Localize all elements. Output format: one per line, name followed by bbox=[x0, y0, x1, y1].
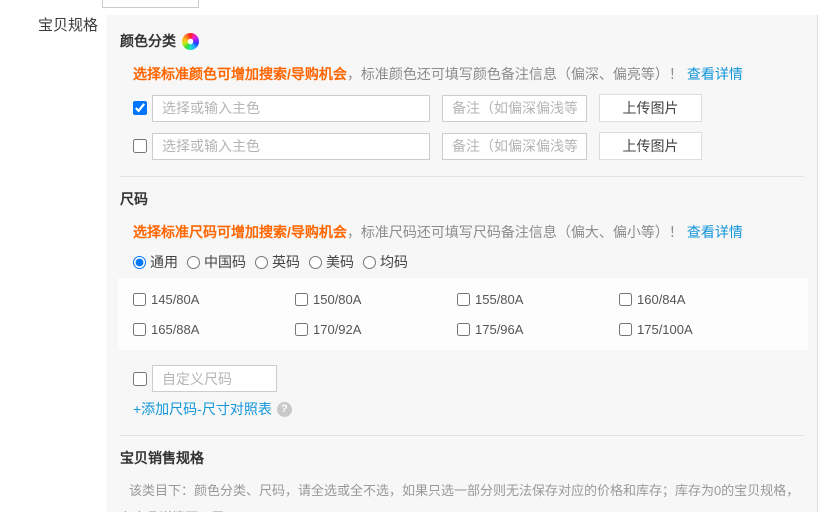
size-option[interactable]: 170/92A bbox=[295, 322, 457, 337]
color-tip-text: ，标准颜色还可填写颜色备注信息（偏深、偏亮等）！ bbox=[347, 66, 683, 82]
size-option[interactable]: 160/84A bbox=[619, 292, 781, 307]
size-section-title: 尺码 bbox=[120, 189, 804, 209]
size-section-title-text: 尺码 bbox=[120, 189, 148, 209]
size-checkbox[interactable] bbox=[457, 293, 470, 306]
size-standard-radio-uk[interactable]: 英码 bbox=[255, 252, 300, 272]
size-standard-radio-group: 通用 中国码 英码 美码 均码 bbox=[133, 252, 804, 272]
help-icon[interactable]: ? bbox=[277, 402, 292, 417]
color-row-checkbox[interactable] bbox=[133, 101, 147, 115]
size-tip-text: ，标准尺码还可填写尺码备注信息（偏大、偏小等）！ bbox=[347, 224, 683, 240]
color-section-title: 颜色分类 bbox=[120, 31, 804, 51]
sales-section-description: 该类目下：颜色分类、尺码，请全选或全不选，如果只选一部分则无法保存对应的价格和库… bbox=[120, 477, 812, 512]
radio-input[interactable] bbox=[309, 256, 322, 269]
color-row: 上传图片 bbox=[133, 94, 804, 122]
main-color-input[interactable] bbox=[152, 133, 430, 160]
custom-size-input[interactable] bbox=[152, 365, 277, 392]
size-checkbox[interactable] bbox=[133, 293, 146, 306]
section-divider bbox=[120, 435, 804, 436]
size-standard-radio-cn[interactable]: 中国码 bbox=[187, 252, 246, 272]
radio-input[interactable] bbox=[255, 256, 268, 269]
color-row: 上传图片 bbox=[133, 132, 804, 160]
color-tip: 选择标准颜色可增加搜索/导购机会，标准颜色还可填写颜色备注信息（偏深、偏亮等）！… bbox=[133, 64, 804, 84]
add-size-chart-link[interactable]: +添加尺码-尺寸对照表 bbox=[133, 399, 272, 419]
size-checkbox[interactable] bbox=[619, 323, 632, 336]
add-size-chart-row: +添加尺码-尺寸对照表 ? bbox=[133, 399, 804, 419]
product-spec-form: 宝贝规格 颜色分类 选择标准颜色可增加搜索/导购机会，标准颜色还可填写颜色备注信… bbox=[0, 0, 838, 512]
size-checkbox[interactable] bbox=[133, 323, 146, 336]
spec-panel: 颜色分类 选择标准颜色可增加搜索/导购机会，标准颜色还可填写颜色备注信息（偏深、… bbox=[107, 15, 818, 512]
truncated-input[interactable] bbox=[102, 0, 199, 8]
size-standard-radio-us[interactable]: 美码 bbox=[309, 252, 354, 272]
upload-image-button[interactable]: 上传图片 bbox=[599, 132, 702, 160]
color-tip-highlight: 选择标准颜色可增加搜索/导购机会 bbox=[133, 66, 347, 82]
color-remark-input[interactable] bbox=[442, 95, 587, 122]
size-standard-radio-onesize[interactable]: 均码 bbox=[363, 252, 408, 272]
color-row-checkbox[interactable] bbox=[133, 139, 147, 153]
color-remark-input[interactable] bbox=[442, 133, 587, 160]
size-option[interactable]: 165/88A bbox=[133, 322, 295, 337]
size-option[interactable]: 155/80A bbox=[457, 292, 619, 307]
size-option[interactable]: 175/100A bbox=[619, 322, 781, 337]
custom-size-checkbox[interactable] bbox=[133, 372, 147, 386]
size-checkbox[interactable] bbox=[295, 323, 308, 336]
section-divider bbox=[120, 176, 804, 177]
field-label-spec: 宝贝规格 bbox=[38, 14, 98, 35]
main-color-input[interactable] bbox=[152, 95, 430, 122]
size-option[interactable]: 145/80A bbox=[133, 292, 295, 307]
size-options-grid: 145/80A 150/80A 155/80A 160/84A 165/88A … bbox=[118, 278, 808, 350]
color-wheel-icon bbox=[182, 33, 199, 50]
radio-input[interactable] bbox=[133, 256, 146, 269]
size-tip-highlight: 选择标准尺码可增加搜索/导购机会 bbox=[133, 224, 347, 240]
upload-image-button[interactable]: 上传图片 bbox=[599, 94, 702, 122]
radio-input[interactable] bbox=[363, 256, 376, 269]
size-checkbox[interactable] bbox=[619, 293, 632, 306]
radio-input[interactable] bbox=[187, 256, 200, 269]
size-tip: 选择标准尺码可增加搜索/导购机会，标准尺码还可填写尺码备注信息（偏大、偏小等）！… bbox=[133, 222, 804, 242]
size-checkbox[interactable] bbox=[295, 293, 308, 306]
size-checkbox[interactable] bbox=[457, 323, 470, 336]
color-section-title-text: 颜色分类 bbox=[120, 31, 176, 51]
size-option[interactable]: 175/96A bbox=[457, 322, 619, 337]
color-view-details-link[interactable]: 查看详情 bbox=[687, 66, 743, 82]
sales-section-title: 宝贝销售规格 bbox=[120, 448, 804, 468]
custom-size-row bbox=[133, 365, 804, 392]
size-standard-radio-general[interactable]: 通用 bbox=[133, 252, 178, 272]
size-view-details-link[interactable]: 查看详情 bbox=[687, 224, 743, 240]
size-option[interactable]: 150/80A bbox=[295, 292, 457, 307]
